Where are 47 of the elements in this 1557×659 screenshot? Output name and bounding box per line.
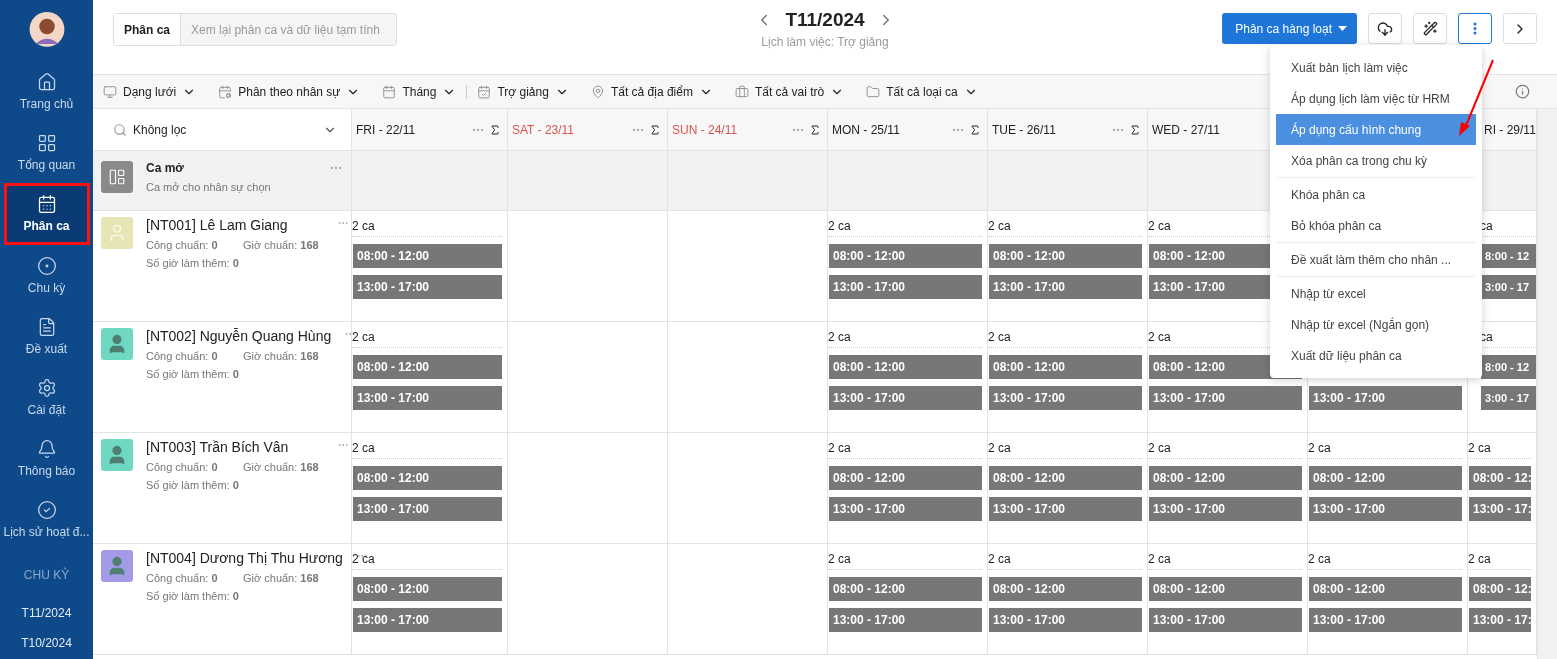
employee-name: [NT001] Lê Lam Giang [146,217,289,233]
day-label: SAT - 23/11 [512,122,575,137]
day-label: SUN - 24/11 [672,122,738,137]
shift-count: 2 ca [988,219,1142,237]
shift-count: 2 ca [988,441,1142,459]
overtime-hours: Số giờ làm thêm: 0 [146,590,240,602]
shift-count: 2 ca [352,219,502,237]
standard-days: Công chuẩn: 0 [146,461,243,473]
shift-count: 2 ca [828,330,982,348]
schedule-subtitle: Lịch làm việc: Trợ giảng [761,35,889,49]
day-label: MON - 25/11 [832,122,900,137]
shift-count: 2 ca [352,441,502,459]
month-title: T11/2024 [785,9,865,31]
open-shift-title: Ca mở [146,161,185,175]
shift-count: 2 ca [828,219,982,237]
day-label: FRI - 22/11 [356,122,416,137]
shift-count: 2 ca [1148,552,1302,570]
overtime-hours: Số giờ làm thêm: 0 [146,479,240,491]
overtime-hours: Số giờ làm thêm: 0 [146,257,240,269]
standard-days: Công chuẩn: 0 [146,239,243,251]
shift-count: 2 ca [828,441,982,459]
standard-hours: Giờ chuẩn: 168 [243,461,320,473]
shift-count: 2 ca [1308,441,1462,459]
standard-hours: Giờ chuẩn: 168 [243,239,320,251]
overtime-hours: Số giờ làm thêm: 0 [146,368,240,380]
shift-count: 2 ca [352,552,502,570]
section-title: CHU KỲ [23,567,70,584]
shift-count: 2 ca [828,552,982,570]
standard-hours: Giờ chuẩn: 168 [243,572,320,584]
shift-count: 2 ca [1468,552,1531,570]
employee-name: [NT004] Dương Thị Thu Hương [146,550,343,566]
shift-count: 2 ca [1468,441,1531,459]
shift-count: 2 ca [1308,552,1462,570]
standard-hours: Giờ chuẩn: 168 [243,350,320,362]
day-label: RI - 29/11 [1484,122,1536,137]
filter-label: Không lọc [133,122,188,137]
employee-name: [NT002] Nguyễn Quang Hùng [146,328,332,344]
shift-count: 2 ca [352,330,502,348]
day-label: WED - 27/11 [1152,122,1220,137]
open-shift-subtitle: Ca mở cho nhân sự chọn [146,181,272,193]
standard-days: Công chuẩn: 0 [146,572,243,584]
shift-count: 2 ca [1148,441,1302,459]
shift-count: 2 ca [988,330,1142,348]
standard-days: Công chuẩn: 0 [146,350,243,362]
shift-count: 2 ca [988,552,1142,570]
day-label: TUE - 26/11 [992,122,1056,137]
employee-name: [NT003] Trần Bích Vân [146,439,290,455]
